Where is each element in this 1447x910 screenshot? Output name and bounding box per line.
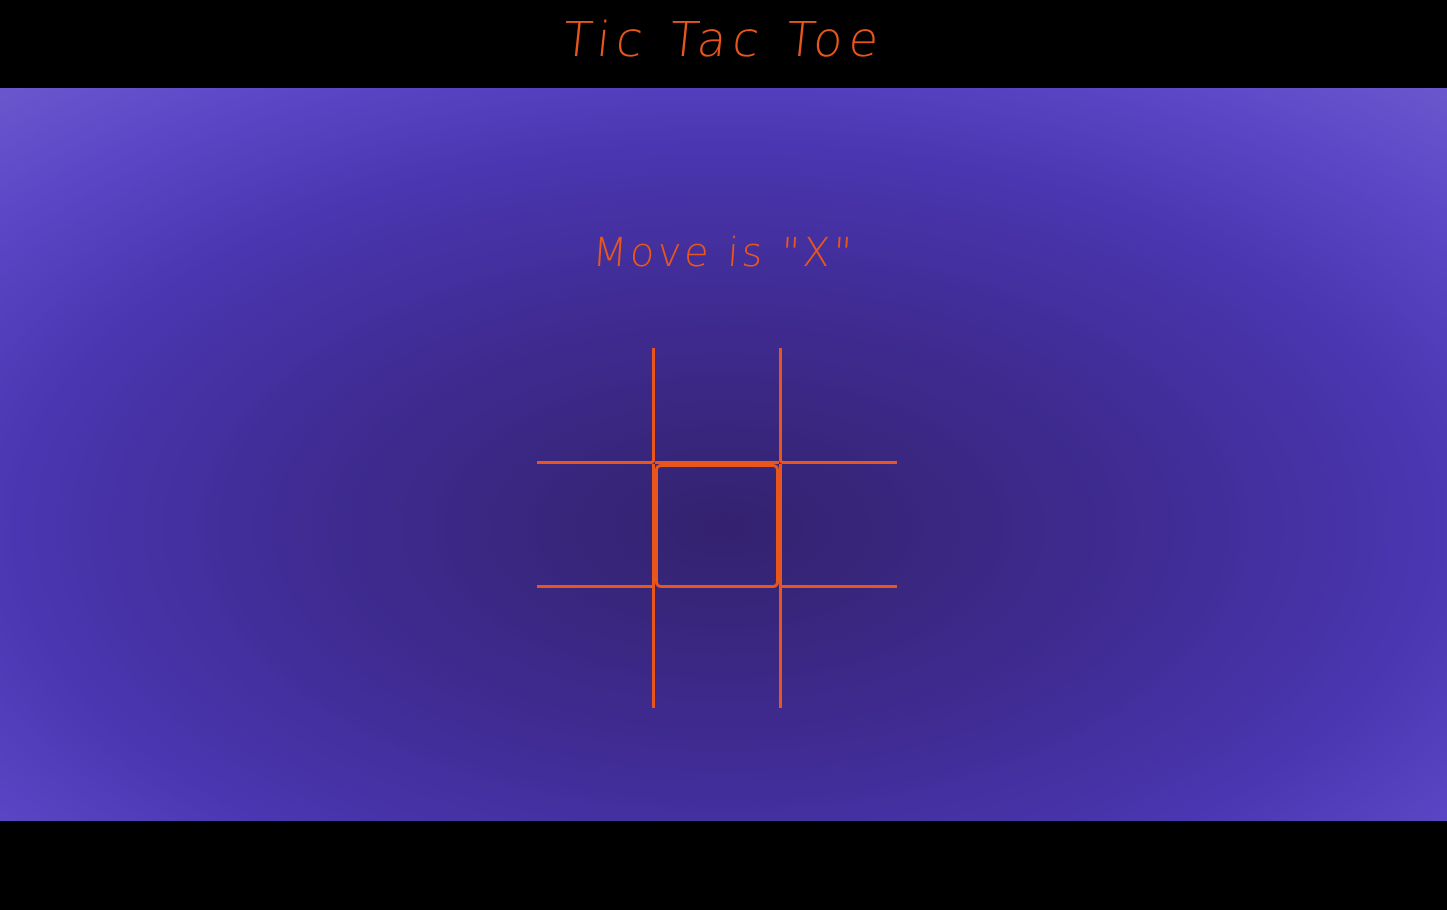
header-bar: Tic Tac Toe	[0, 0, 1447, 88]
board-cell-4[interactable]	[655, 464, 779, 588]
app-title: Tic Tac Toe	[559, 12, 888, 68]
game-board	[537, 348, 897, 708]
board-cell-5[interactable]	[779, 464, 897, 588]
board-cell-8[interactable]	[779, 588, 897, 708]
board-cell-6[interactable]	[537, 588, 655, 708]
board-cell-2[interactable]	[779, 348, 897, 464]
board-cell-7[interactable]	[655, 588, 779, 708]
board-cell-1[interactable]	[655, 348, 779, 464]
game-area: Move is "X"	[0, 88, 1447, 821]
page: Tic Tac Toe Move is "X"	[0, 0, 1447, 910]
turn-status: Move is "X"	[590, 230, 857, 276]
board-cell-3[interactable]	[537, 464, 655, 588]
board-cell-0[interactable]	[537, 348, 655, 464]
footer-bar	[0, 821, 1447, 910]
